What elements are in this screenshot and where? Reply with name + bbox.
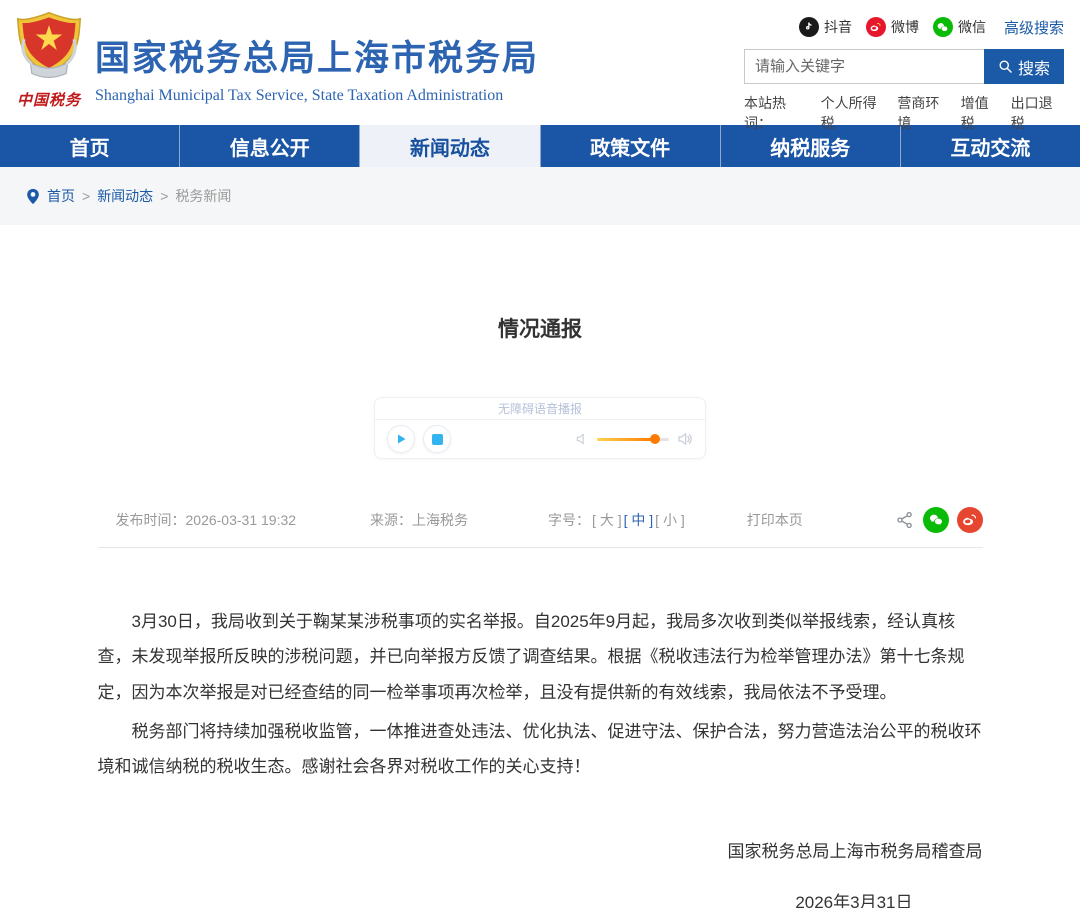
hot-words-label: 本站热词： <box>744 95 786 131</box>
volume-handle[interactable] <box>649 434 660 444</box>
play-icon <box>398 434 406 444</box>
weibo-link[interactable]: 微博 <box>865 17 919 37</box>
wechat-link[interactable]: 微信 <box>932 17 986 37</box>
share-icon[interactable] <box>895 510 915 530</box>
nav-item-news[interactable]: 新闻动态 <box>360 125 541 167</box>
site-title: 国家税务总局上海市税务局 <box>95 39 540 78</box>
audio-player-title: 无障碍语音播报 <box>375 398 705 420</box>
share-group <box>895 507 983 533</box>
font-size-control: 字号： [ 大 ] [ 中 ] [ 小 ] <box>548 510 685 530</box>
print-page-button[interactable]: 打印本页 <box>747 510 803 530</box>
search-bar: 搜索 <box>744 49 1064 84</box>
breadcrumb-current: 税务新闻 <box>175 188 232 204</box>
article-body: 3月30日，我局收到关于鞠某某涉税事项的实名举报。自2025年9月起，我局多次收… <box>98 604 983 785</box>
stop-icon <box>431 433 443 445</box>
article-paragraph: 税务部门将持续加强税收监管，一体推进查处违法、优化执法、促进守法、保护合法，努力… <box>97 722 982 777</box>
stop-button[interactable] <box>423 425 451 453</box>
share-weibo-button[interactable] <box>956 507 983 533</box>
social-row: 抖音 微博 微信 高级搜索 <box>744 14 1064 40</box>
volume-low-icon <box>576 433 584 445</box>
source-value: 上海税务 <box>412 512 469 528</box>
font-size-medium-button[interactable]: [ 中 ] <box>624 510 654 530</box>
article-signature: 国家税务总局上海市税务局稽查局 <box>727 841 983 861</box>
tax-emblem-icon <box>16 11 82 79</box>
publish-time-label: 发布时间： <box>115 512 186 528</box>
search-button[interactable]: 搜索 <box>984 49 1064 84</box>
hot-word-link[interactable]: 增值税 <box>961 93 1001 133</box>
article-source: 来源： 上海税务 <box>370 510 468 530</box>
site-title-block: 国家税务总局上海市税务局 Shanghai Municipal Tax Serv… <box>95 30 539 105</box>
douyin-icon <box>798 17 819 37</box>
wechat-share-icon <box>929 514 942 525</box>
logo-caption: 中国税务 <box>16 91 81 109</box>
hot-word-link[interactable]: 个人所得税 <box>821 93 888 133</box>
breadcrumb-separator: > <box>160 188 169 204</box>
article-date: 2026年3月31日 <box>795 892 913 908</box>
nav-item-policy[interactable]: 政策文件 <box>541 125 721 167</box>
douyin-label: 抖音 <box>823 19 852 35</box>
wechat-icon <box>932 17 953 37</box>
publish-time-value: 2026-03-31 19:32 <box>185 512 297 528</box>
weibo-label: 微博 <box>890 19 919 35</box>
publish-time: 发布时间： 2026-03-31 19:32 <box>116 510 297 530</box>
volume-high-icon <box>678 433 692 445</box>
site-header: 中国税务 国家税务总局上海市税务局 Shanghai Municipal Tax… <box>0 0 1080 131</box>
font-size-small-button[interactable]: [ 小 ] <box>655 510 685 530</box>
audio-player-controls <box>375 420 705 458</box>
breadcrumb-bar: 首页 > 新闻动态 > 税务新闻 <box>0 167 1080 225</box>
breadcrumb: 首页 > 新闻动态 > 税务新闻 <box>26 186 231 206</box>
site-logo: 中国税务 <box>8 8 90 110</box>
share-wechat-button[interactable] <box>922 507 949 533</box>
location-pin-icon <box>27 188 39 204</box>
article-content: 情况通报 无障碍语音播报 发布时间： 2026-03-31 19:32 来源： … <box>97 313 983 908</box>
nav-item-info-disclosure[interactable]: 信息公开 <box>180 125 361 167</box>
volume-fill <box>597 437 655 441</box>
hot-words-row: 本站热词： 个人所得税 营商环境 增值税 出口退税 <box>744 93 1064 133</box>
article-title: 情况通报 <box>498 318 582 341</box>
douyin-link[interactable]: 抖音 <box>798 17 852 37</box>
hot-word-link[interactable]: 营商环境 <box>897 93 950 133</box>
search-icon <box>999 60 1012 73</box>
source-label: 来源： <box>370 512 413 528</box>
font-size-label: 字号： <box>548 512 591 528</box>
article-paragraph: 3月30日，我局收到关于鞠某某涉税事项的实名举报。自2025年9月起，我局多次收… <box>97 612 965 702</box>
breadcrumb-news[interactable]: 新闻动态 <box>97 186 153 206</box>
search-input[interactable] <box>744 49 984 84</box>
audio-player: 无障碍语音播报 <box>374 397 706 459</box>
breadcrumb-separator: > <box>82 188 91 204</box>
weibo-share-icon <box>963 514 977 525</box>
search-button-label: 搜索 <box>1017 60 1050 78</box>
wechat-label: 微信 <box>957 19 986 35</box>
font-size-large-button[interactable]: [ 大 ] <box>592 510 622 530</box>
nav-item-home[interactable]: 首页 <box>0 125 181 167</box>
site-subtitle: Shanghai Municipal Tax Service, State Ta… <box>95 87 504 104</box>
volume-group <box>575 431 693 447</box>
hot-word-link[interactable]: 出口退税 <box>1011 93 1064 133</box>
article-meta: 发布时间： 2026-03-31 19:32 来源： 上海税务 字号： [ 大 … <box>97 507 983 548</box>
header-right: 抖音 微博 微信 高级搜索 请输入关键字 搜索 本站热词： 个人所得税 营商环境… <box>744 14 1064 133</box>
advanced-search-link[interactable]: 高级搜索 <box>1004 17 1064 38</box>
play-button[interactable] <box>387 425 415 453</box>
breadcrumb-home[interactable]: 首页 <box>47 186 75 206</box>
weibo-icon <box>865 17 886 37</box>
volume-slider[interactable] <box>597 434 669 444</box>
